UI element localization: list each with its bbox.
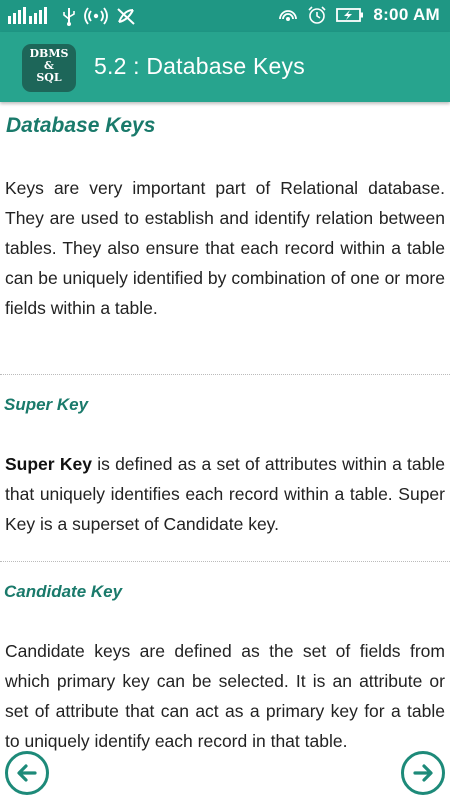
forward-arrow-icon <box>413 764 433 782</box>
candidate-key-heading: Candidate Key <box>4 582 123 601</box>
cast-icon <box>279 10 298 21</box>
section-heading: Database Keys <box>6 114 156 137</box>
super-key-heading: Super Key <box>4 395 89 414</box>
no-sim-icon <box>117 8 135 25</box>
app-bar: DBMS & SQL 5.2 : Database Keys <box>0 32 450 102</box>
logo-line-3: SQL <box>36 71 62 84</box>
usb-icon <box>63 8 75 26</box>
clock-time: 8:00 AM <box>373 5 440 24</box>
divider <box>0 374 450 375</box>
previous-button[interactable] <box>5 751 49 795</box>
candidate-key-paragraph: Candidate keys are defined as the set of… <box>5 641 445 751</box>
status-icons-left <box>8 6 136 26</box>
intro-paragraph: Keys are very important part of Relation… <box>5 178 445 318</box>
alarm-icon <box>308 6 326 24</box>
signal-icon <box>8 7 47 24</box>
hotspot-icon <box>84 7 108 25</box>
super-key-term: Super Key <box>5 454 92 474</box>
super-key-paragraph: Super Key is defined as a set of attribu… <box>5 449 445 539</box>
back-arrow-icon <box>17 764 37 782</box>
divider <box>0 561 450 562</box>
next-button[interactable] <box>401 751 445 795</box>
battery-charging-icon <box>336 8 364 22</box>
status-bar: 8:00 AM <box>0 0 450 32</box>
status-icons-right: 8:00 AM <box>278 5 440 25</box>
app-logo: DBMS & SQL <box>22 44 76 92</box>
page-title: 5.2 : Database Keys <box>94 53 305 79</box>
